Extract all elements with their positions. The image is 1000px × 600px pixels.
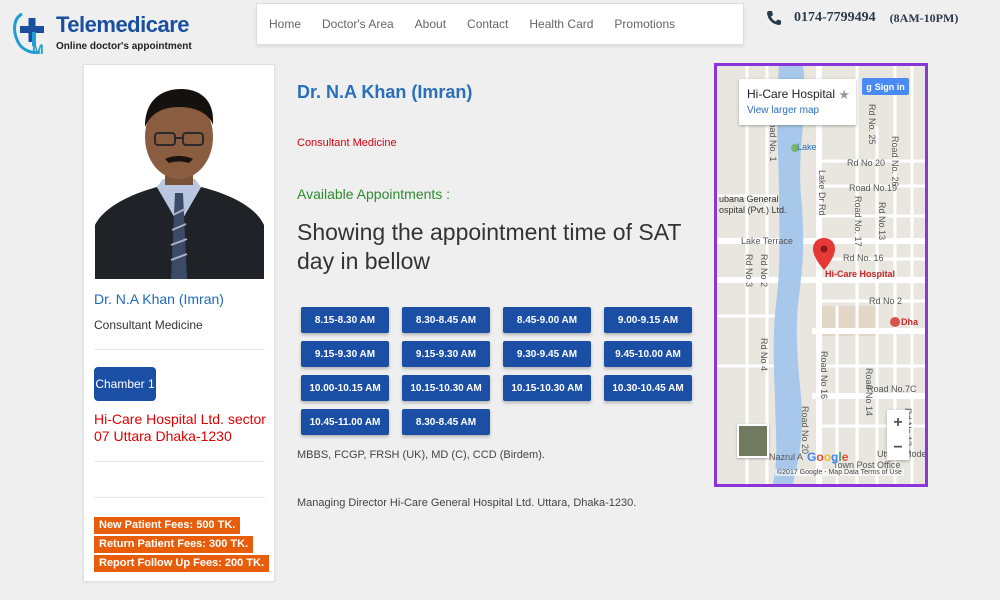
- map-label: Rd No 3: [744, 254, 754, 288]
- doctor-title: Consultant Medicine: [94, 318, 203, 332]
- doctor-profile-card: Dr. N.A Khan (Imran) Consultant Medicine…: [83, 64, 275, 582]
- map-label: Lake Dr Rd: [817, 170, 827, 216]
- map-label: Rd No 4: [759, 338, 769, 372]
- map-label: Dha: [901, 317, 919, 327]
- map-place-card: Hi-Care Hospital ★ View larger map: [739, 79, 856, 125]
- google-plus-icon: g: [866, 81, 872, 92]
- map-label: Road No.7C: [867, 384, 917, 394]
- page-doctor-title: Consultant Medicine: [297, 137, 397, 149]
- phone-icon: [767, 11, 781, 25]
- slot-button[interactable]: 10.15-10.30 AM: [503, 375, 591, 401]
- map-label: Nazrul A: [769, 452, 804, 462]
- map-label-hi-care-hospital[interactable]: Hi-Care Hospital: [825, 269, 895, 279]
- site-logo[interactable]: M Telemedicare Online doctor's appointme…: [8, 6, 192, 58]
- slot-button[interactable]: 8.30-8.45 AM: [402, 409, 490, 435]
- slot-button[interactable]: 8.45-9.00 AM: [503, 307, 591, 333]
- map-copyright: ©2017 Google - Map Data Terms of Use: [775, 469, 904, 476]
- map-zoom-control: + −: [887, 410, 909, 460]
- divider: [94, 349, 265, 350]
- nav-home[interactable]: Home: [269, 17, 301, 31]
- chamber-address: Hi-Care Hospital Ltd. sector 07 Uttara D…: [94, 411, 266, 444]
- star-icon[interactable]: ★: [838, 87, 850, 103]
- map-label: Lake Terrace: [741, 236, 793, 246]
- brand-tagline: Online doctor's appointment: [56, 41, 192, 52]
- nav-health-card[interactable]: Health Card: [529, 17, 593, 31]
- map-label: Road No. 26: [890, 136, 900, 187]
- fee-return-patient: Return Patient Fees: 300 TK.: [94, 536, 254, 553]
- map-label: ubana General ospital (Pvt.) Ltd.: [719, 194, 787, 215]
- map-label: Rd No 2: [869, 296, 903, 306]
- slot-button[interactable]: 10.00-10.15 AM: [301, 375, 389, 401]
- appointment-day-heading: Showing the appointment time of SAT day …: [297, 219, 681, 274]
- fee-new-patient: New Patient Fees: 500 TK.: [94, 517, 241, 534]
- zoom-out-button[interactable]: −: [887, 435, 909, 460]
- fee-report-follow-up: Report Follow Up Fees: 200 TK.: [94, 555, 270, 572]
- slot-button[interactable]: 9.45-10.00 AM: [604, 341, 692, 367]
- divider: [94, 497, 265, 498]
- fees-list: New Patient Fees: 500 TK. Return Patient…: [94, 515, 270, 572]
- slot-button[interactable]: 10.15-10.30 AM: [402, 375, 490, 401]
- map-label: Rd No 2: [759, 254, 769, 288]
- doctor-designation: Managing Director Hi-Care General Hospit…: [297, 497, 637, 509]
- nav-doctors-area[interactable]: Doctor's Area: [322, 17, 394, 31]
- view-larger-map-link[interactable]: View larger map: [747, 105, 819, 116]
- chamber-1-button[interactable]: Chamber 1: [94, 367, 156, 401]
- phone-hours: (8AM-10PM): [889, 10, 959, 25]
- slot-button[interactable]: 9.15-9.30 AM: [301, 341, 389, 367]
- medical-cross-logo-icon: M: [13, 12, 44, 56]
- slot-button[interactable]: 10.30-10.45 AM: [604, 375, 692, 401]
- doctor-portrait-image: [95, 75, 264, 279]
- doctor-photo: [95, 75, 264, 279]
- map-label-lake: Lake: [797, 142, 817, 152]
- doctor-name[interactable]: Dr. N.A Khan (Imran): [94, 291, 224, 307]
- slot-button[interactable]: 9.00-9.15 AM: [604, 307, 692, 333]
- map-label: Road No. 17: [853, 196, 863, 247]
- map-label: Rd No. 25: [867, 104, 877, 145]
- map-label: Rd No. 16: [843, 253, 884, 263]
- google-map[interactable]: Lake Rd No 20 Road No.19 ubana General o…: [714, 63, 928, 487]
- main-nav: Home Doctor's Area About Contact Health …: [256, 3, 744, 45]
- google-logo: Google: [807, 450, 849, 464]
- brand-name: Telemedicare: [56, 12, 190, 37]
- slot-button[interactable]: 9.15-9.30 AM: [402, 341, 490, 367]
- slot-button[interactable]: 8.15-8.30 AM: [301, 307, 389, 333]
- map-sign-in-button[interactable]: g Sign in: [862, 78, 909, 95]
- page-title-doctor-name: Dr. N.A Khan (Imran): [297, 82, 473, 102]
- nav-promotions[interactable]: Promotions: [614, 17, 675, 31]
- phone-number[interactable]: 0174-7799494: [794, 10, 876, 26]
- nav-about[interactable]: About: [415, 17, 446, 31]
- map-satellite-toggle[interactable]: [737, 424, 769, 458]
- available-appointments-heading: Available Appointments :: [297, 186, 451, 202]
- zoom-in-button[interactable]: +: [887, 410, 909, 435]
- slot-button[interactable]: 10.45-11.00 AM: [301, 409, 389, 435]
- map-sign-in-label: Sign in: [874, 81, 905, 92]
- slot-button[interactable]: 8.30-8.45 AM: [402, 307, 490, 333]
- map-label: Rd No.13: [877, 202, 887, 241]
- contact-phone: 0174-7799494 (8AM-10PM): [766, 10, 958, 26]
- nav-contact[interactable]: Contact: [467, 17, 508, 31]
- map-label: Road No 14: [864, 368, 874, 417]
- slot-button[interactable]: 9.30-9.45 AM: [503, 341, 591, 367]
- map-label: Road No 20: [800, 406, 810, 455]
- map-label: Road No 16: [819, 351, 829, 400]
- map-place-title: Hi-Care Hospital: [747, 87, 836, 101]
- map-label: Rd No 20: [847, 158, 886, 168]
- divider: [94, 461, 265, 462]
- svg-text:M: M: [32, 41, 44, 56]
- doctor-degrees: MBBS, FCGP, FRSH (UK), MD (C), CCD (Bird…: [297, 449, 545, 461]
